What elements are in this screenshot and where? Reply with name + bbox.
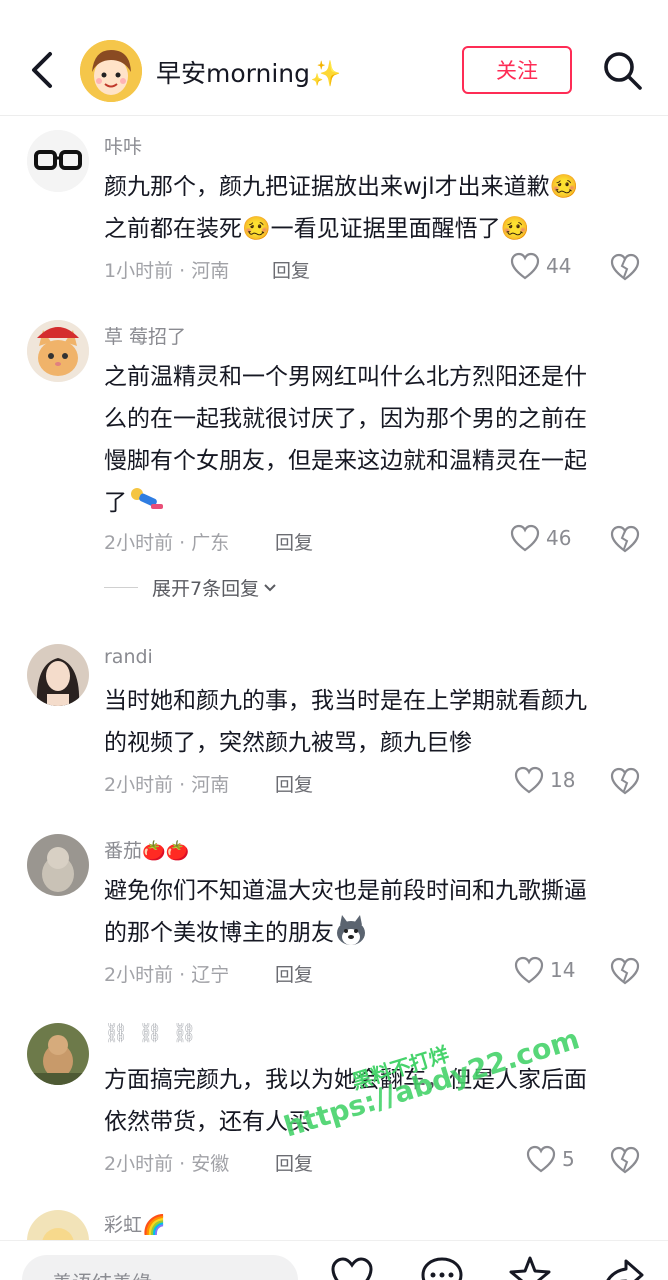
- comment-text: 颜九那个，颜九把证据放出来wjl才出来道歉🥴 之前都在装死🥴一看见证据里面醒悟了…: [104, 166, 644, 250]
- bottom-bar: 善语结善缘: [0, 1240, 668, 1280]
- like-count: 18: [550, 768, 576, 792]
- heart-icon: [510, 252, 540, 280]
- reply-button[interactable]: 回复: [275, 1149, 313, 1176]
- broken-heart-icon[interactable]: [610, 956, 640, 986]
- comment-time-location: 2小时前 · 安徽: [104, 1153, 230, 1175]
- broken-heart-icon[interactable]: [610, 524, 640, 554]
- comment-username[interactable]: randi: [104, 646, 153, 668]
- reply-button[interactable]: 回复: [275, 528, 313, 555]
- follow-button[interactable]: 关注: [462, 46, 572, 94]
- heart-icon[interactable]: [330, 1255, 374, 1280]
- author-avatar[interactable]: [80, 40, 142, 102]
- reply-button[interactable]: 回复: [275, 960, 313, 987]
- comment-username[interactable]: ⛓⛓⛓: [104, 1021, 206, 1044]
- comment-time-location: 1小时前 · 河南: [104, 260, 230, 282]
- comment-line: 之前温精灵和一个男网红叫什么北方烈阳还是什: [104, 364, 587, 390]
- falling-person-sticker-icon: [131, 488, 163, 509]
- broken-heart-icon[interactable]: [610, 252, 640, 282]
- comment-list[interactable]: 咔咔 颜九那个，颜九把证据放出来wjl才出来道歉🥴 之前都在装死🥴一看见证据里面…: [0, 116, 668, 1240]
- broken-heart-icon[interactable]: [610, 1145, 640, 1175]
- avatar[interactable]: [27, 130, 89, 192]
- comment-line: 的视频了，突然颜九被骂，颜九巨惨: [104, 730, 472, 756]
- like-count: 46: [546, 526, 572, 550]
- comment-username[interactable]: 番茄🍅🍅: [104, 836, 189, 863]
- comment-time-location: 2小时前 · 辽宁: [104, 964, 230, 986]
- comment-line: 避免你们不知道温大灾也是前段时间和九歌撕逼: [104, 878, 587, 904]
- like-button[interactable]: 5: [526, 1145, 575, 1173]
- comment-username[interactable]: 咔咔: [104, 132, 142, 159]
- search-icon[interactable]: [600, 48, 644, 92]
- avatar[interactable]: [27, 644, 89, 706]
- comment-username[interactable]: 草 莓招了: [104, 322, 186, 349]
- like-count: 44: [546, 254, 572, 278]
- like-button[interactable]: 44: [510, 252, 571, 280]
- avatar[interactable]: [27, 1210, 89, 1240]
- sparkle-icon: ✨: [310, 59, 342, 88]
- like-count: 5: [562, 1147, 575, 1171]
- avatar[interactable]: [27, 320, 89, 382]
- heart-icon: [510, 524, 540, 552]
- like-button[interactable]: 18: [514, 766, 575, 794]
- comment-text: 当时她和颜九的事，我当时是在上学期就看颜九 的视频了，突然颜九被骂，颜九巨惨: [104, 680, 644, 764]
- author-name-text: 早安morning: [156, 59, 310, 88]
- reply-button[interactable]: 回复: [272, 256, 310, 283]
- share-icon[interactable]: [600, 1255, 644, 1280]
- back-arrow-icon[interactable]: [22, 46, 66, 94]
- avatar[interactable]: [27, 834, 89, 896]
- top-bar: 早安morning✨ 关注: [0, 0, 668, 116]
- author-name: 早安morning✨: [156, 54, 341, 90]
- reply-button[interactable]: 回复: [275, 770, 313, 797]
- broken-heart-icon[interactable]: [610, 766, 640, 796]
- comment-username[interactable]: 彩虹🌈: [104, 1210, 166, 1237]
- like-button[interactable]: 46: [510, 524, 571, 552]
- like-button[interactable]: 14: [514, 956, 575, 984]
- comment-line: 么的在一起我就很讨厌了，因为那个男的之前在: [104, 406, 587, 432]
- expand-replies-label: 展开7条回复: [152, 578, 260, 600]
- comment-line: 之前都在装死🥴一看见证据里面醒悟了🥴: [104, 216, 530, 242]
- comment-line-text: 了: [104, 490, 127, 516]
- comment-line: 当时她和颜九的事，我当时是在上学期就看颜九: [104, 688, 587, 714]
- heart-icon: [514, 766, 544, 794]
- comment-line: 慢脚有个女朋友，但是来这边就和温精灵在一起: [104, 448, 587, 474]
- divider: [104, 587, 138, 588]
- comment-time-location: 2小时前 · 广东: [104, 532, 230, 554]
- avatar[interactable]: [27, 1023, 89, 1085]
- expand-replies-button[interactable]: 展开7条回复: [104, 574, 277, 601]
- comment-line-text: 的那个美妆博主的朋友: [104, 920, 334, 946]
- comment-icon[interactable]: [420, 1255, 464, 1280]
- heart-icon: [514, 956, 544, 984]
- comment-line: 的那个美妆博主的朋友: [104, 912, 644, 954]
- comment-text: 避免你们不知道温大灾也是前段时间和九歌撕逼 的那个美妆博主的朋友: [104, 870, 644, 954]
- heart-icon: [526, 1145, 556, 1173]
- comment-text: 之前温精灵和一个男网红叫什么北方烈阳还是什 么的在一起我就很讨厌了，因为那个男的…: [104, 356, 644, 524]
- comment-input[interactable]: 善语结善缘: [22, 1255, 298, 1280]
- chevron-down-icon: [264, 583, 276, 591]
- comment-line: 了: [104, 482, 644, 524]
- comment-line: 颜九那个，颜九把证据放出来wjl才出来道歉🥴: [104, 174, 579, 200]
- husky-sticker-icon: [337, 915, 365, 945]
- comment-time-location: 2小时前 · 河南: [104, 774, 230, 796]
- star-icon[interactable]: [508, 1255, 552, 1280]
- like-count: 14: [550, 958, 576, 982]
